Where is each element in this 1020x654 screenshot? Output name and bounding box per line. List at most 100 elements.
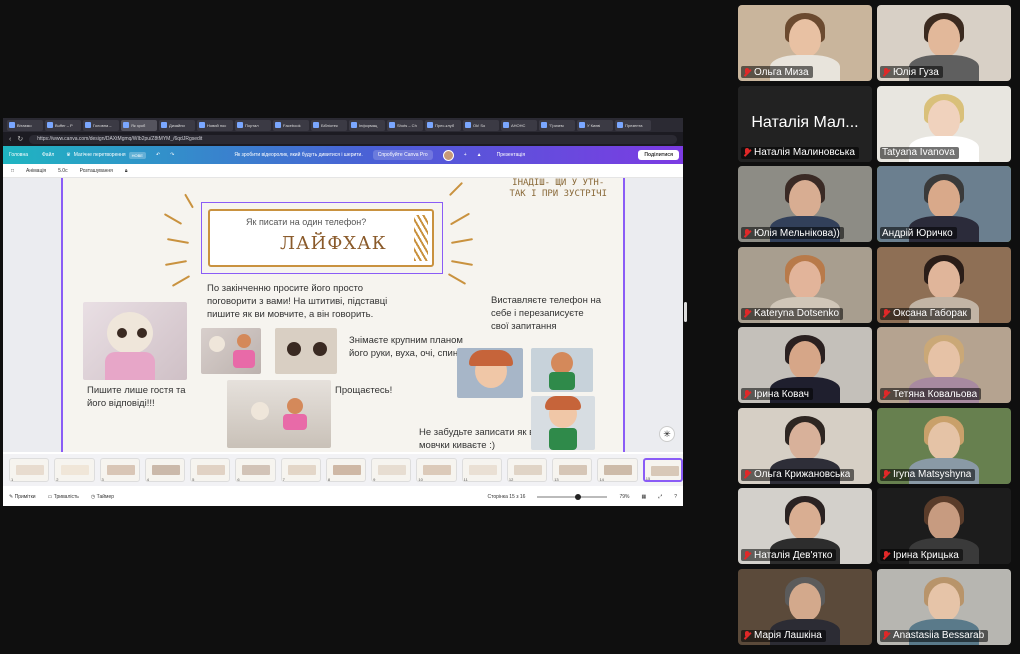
banner-title: ЛАЙФХАК [280,233,387,254]
magic-switch-button[interactable]: ♛ Магічне перетворення НОВЕ [66,151,146,159]
browser-tab[interactable]: Shots – Ch [387,119,423,131]
sparkle-icon[interactable]: ✳ [659,426,675,442]
page-thumbnail[interactable]: 15 [642,458,683,482]
participant-tile[interactable]: Юлія Гуза [877,5,1011,81]
participant-tile[interactable]: Ірина Крицька [877,488,1011,564]
browser-tab[interactable]: Презента [615,119,651,131]
browser-tab[interactable]: Головна – [83,119,119,131]
browser-tab[interactable]: Buffer – P [45,119,81,131]
page-thumbnail[interactable]: 8 [325,458,367,482]
toys-photo-1[interactable] [201,328,261,374]
participant-tile[interactable]: Kateryna Dotsenko [738,246,872,323]
browser-tab[interactable]: Портал [235,119,271,131]
menu-file[interactable]: Файл [40,152,56,158]
menu-home[interactable]: Головна [7,152,30,158]
page-thumbnail[interactable]: 2 [54,458,95,482]
page-thumbnail[interactable]: 4 [144,458,186,482]
participant-tile[interactable]: Оксана Габорак [877,246,1011,323]
timer-button[interactable]: ◷ Таймер [91,494,114,500]
browser-tab[interactable]: "Гризем [539,119,575,131]
page-thumbnail[interactable]: 14 [597,458,638,482]
browser-tab[interactable]: Вітаємо [7,119,43,131]
present-button[interactable]: Презентація [492,150,531,160]
favicon-icon [161,122,167,128]
design-title[interactable]: Як зробити відеоролик, який будуть дивит… [234,152,362,158]
page-thumbnail[interactable]: 1 [9,458,50,482]
page-thumbnail[interactable]: 5 [190,458,231,482]
doll-photo-3[interactable] [531,396,595,450]
browser-tab[interactable]: Інформац [349,119,385,131]
url-field[interactable]: https://www.canva.com/design/DAXtMgmq/WI… [29,134,677,144]
scrollbar[interactable] [684,302,687,322]
doll-face-photo[interactable] [457,348,523,398]
slide-text-middle[interactable]: Знімаєте крупним планом його руки, вуха,… [349,334,469,360]
mic-muted-icon [882,309,890,318]
page-thumbnail[interactable]: 10 [416,458,457,482]
duration-button[interactable]: 5.0с [58,168,67,174]
lifehack-banner[interactable]: Як писати на один телефон? ЛАЙФХАК [201,202,443,274]
participant-tile[interactable]: Андрій Юричко [877,166,1011,242]
slide[interactable]: ІНАДІШ- ЩИ У УТН- ТАК І ПРИ ЗУСТРІЧІ Як … [61,178,625,452]
slide-text-main[interactable]: По закінченню просите його просто погово… [207,282,407,321]
try-pro-button[interactable]: Спробуйте Canva Pro [372,150,433,160]
browser-tab[interactable]: Ok! So [463,119,499,131]
help-icon[interactable]: ? [674,494,677,500]
zoom-slider[interactable] [537,494,608,500]
toy-dog-photo[interactable] [83,302,187,380]
participant-tile[interactable]: Ольга Миза [738,5,872,81]
animation-button[interactable]: Анімація [26,168,46,174]
browser-tab[interactable]: Як зроб [121,119,157,131]
participant-tile[interactable]: Тетяна Ковальова [877,327,1011,403]
slide-text-right[interactable]: Виставляєте телефон на себе і перезапису… [491,294,601,333]
zoom-level[interactable]: 79% [619,494,629,500]
slide-text-left[interactable]: Пишите лише гостя та його відповіді!!! [87,384,187,410]
browser-tab[interactable]: Facebook [273,119,309,131]
slide-text-bottom[interactable]: Не забудьте записати як ви мовчки киваєт… [419,426,549,452]
chart-icon[interactable]: ▲ [477,152,482,158]
fullscreen-icon[interactable]: ⤢ [658,494,662,500]
avatar[interactable] [442,149,454,161]
page-thumbnail[interactable]: 7 [280,458,321,482]
browser-tab[interactable]: АНОНС [501,119,537,131]
add-icon[interactable]: + [464,152,467,158]
page-thumbnail[interactable]: 13 [552,458,593,482]
page-thumbnail[interactable]: 3 [99,458,140,482]
page-thumbnails: 1 2 3 4 5 6 7 8 9 10 11 12 13 14 15 [3,454,683,486]
page-thumbnail[interactable]: 6 [235,458,276,482]
position-button[interactable]: Розташування [80,168,113,174]
participant-tile[interactable]: Iryna Matsyshyna [877,407,1011,484]
browser-tab[interactable]: У Києві [577,119,613,131]
participant-tile[interactable]: Наталія Мал... Наталія Малиновська [738,85,872,162]
toy-eyes-photo[interactable] [275,328,337,374]
toys-sofa-photo[interactable] [227,380,331,448]
participant-tile[interactable]: Марія Лашкіна [738,568,872,645]
page-thumbnail[interactable]: 11 [461,458,502,482]
page-thumbnail[interactable]: 12 [506,458,548,482]
share-button[interactable]: Поділитися [638,150,679,160]
duration-toggle[interactable]: ▭ Тривалість [48,494,79,500]
grid-view-icon[interactable]: ▦ [641,494,646,500]
undo-icon[interactable]: ↶ [156,152,160,158]
participant-tile[interactable]: Tatyana Ivanova [877,85,1011,162]
doll-photo-2[interactable] [531,348,593,392]
slide-text-farewell[interactable]: Прощаєтесь! [335,384,425,397]
tab-label: Новий пос [207,122,227,128]
browser-tab[interactable]: Дизайни [159,119,195,131]
browser-tab[interactable]: Новий пос [197,119,233,131]
thumbnail-number: 15 [645,476,651,481]
back-icon[interactable]: ‹ [9,136,11,143]
participant-tile[interactable]: Ольга Крижановська [738,407,872,484]
notes-button[interactable]: ✎ Примітки [9,494,36,500]
redo-icon[interactable]: ↷ [170,152,174,158]
participant-tile[interactable]: Наталія Дев'ятко [738,488,872,564]
participant-tile[interactable]: Anastasiia Bessarab [877,568,1011,645]
browser-tab[interactable]: Прес-клуб [425,119,461,131]
square-icon[interactable]: □ [11,168,14,174]
participant-tile[interactable]: Ірина Ковач [738,327,872,403]
page-thumbnail[interactable]: 9 [371,458,412,482]
lock-icon[interactable]: 🔒︎ [125,168,128,174]
editor-toolbar: □ Анімація 5.0с Розташування 🔒︎ [3,164,683,178]
reload-icon[interactable]: ↻ [17,135,23,143]
participant-tile[interactable]: Юлія Мельнікова)) [738,166,872,242]
browser-tab[interactable]: Бібліотек [311,119,347,131]
